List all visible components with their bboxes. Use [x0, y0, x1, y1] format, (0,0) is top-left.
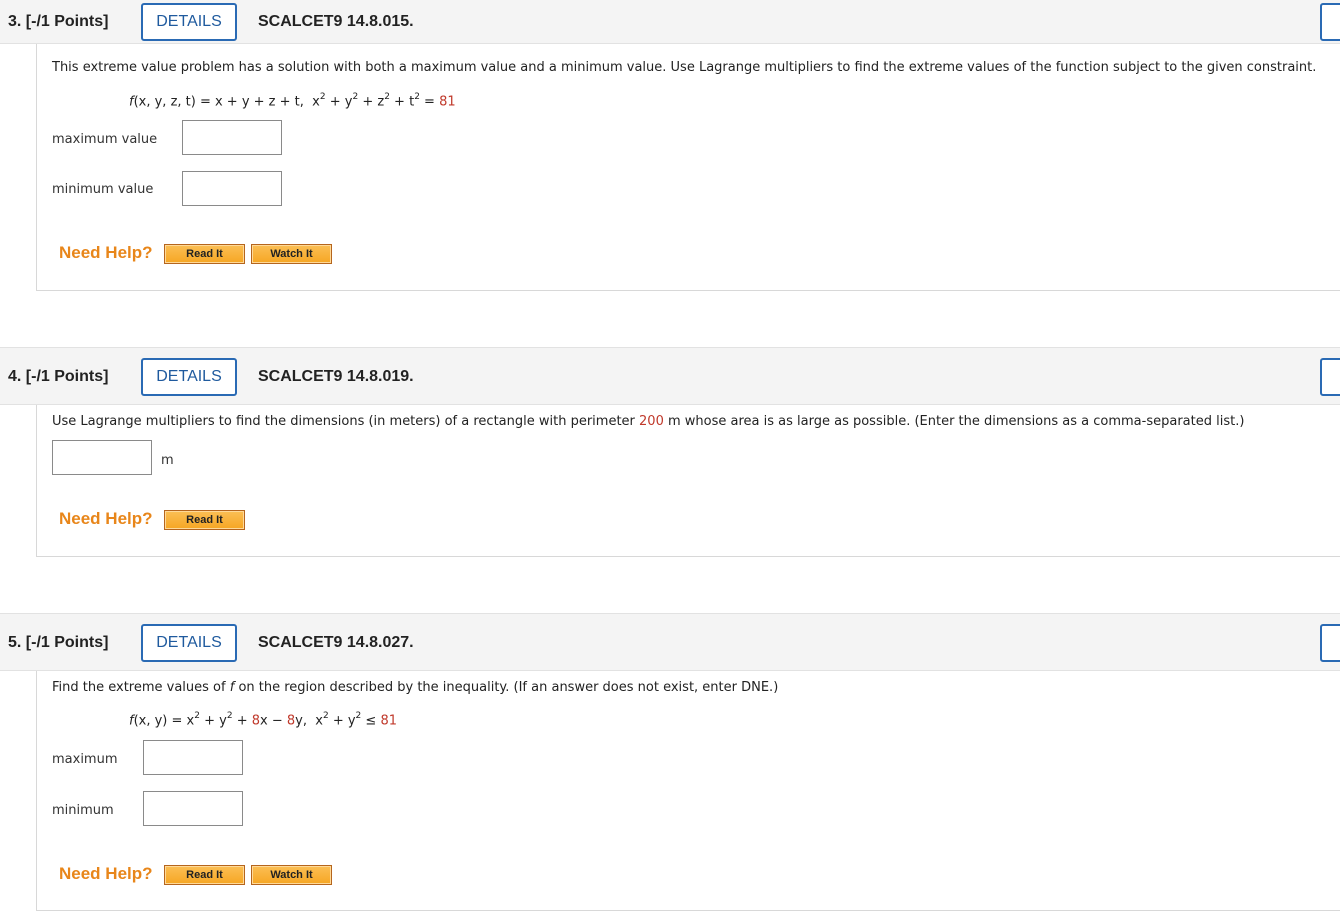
question-4-points: 4. [-/1 Points]	[8, 368, 109, 385]
question-3-read-it-button[interactable]: Read It	[164, 244, 245, 264]
eq-constraint-value: 81	[439, 94, 456, 110]
maximum-label: maximum	[52, 752, 118, 767]
question-3-prompt: This extreme value problem has a solutio…	[52, 60, 1317, 75]
eq5-function-args: (x, y) = x	[133, 713, 195, 729]
question-5-prompt-end: on the region described by the inequalit…	[234, 680, 779, 695]
question-4-need-help: Need Help?	[59, 509, 153, 528]
question-3-code: SCALCET9 14.8.015.	[258, 13, 414, 30]
question-4-prompt: Use Lagrange multipliers to find the dim…	[52, 414, 1244, 429]
question-4-prompt-start: Use Lagrange multipliers to find the dim…	[52, 414, 640, 429]
eq5-coef-2: 8	[286, 713, 296, 729]
dimensions-unit: m	[161, 453, 174, 468]
eq5-constraint-value: 81	[380, 713, 397, 729]
question-5-code: SCALCET9 14.8.027.	[258, 634, 414, 651]
question-3-points: 3. [-/1 Points]	[8, 13, 109, 30]
minimum-label: minimum	[52, 803, 114, 818]
maximum-input[interactable]	[143, 740, 243, 775]
maximum-value-label: maximum value	[52, 132, 158, 147]
eq5-coef-1: 8	[251, 713, 261, 729]
question-4-details-button[interactable]: DETAILS	[141, 358, 237, 396]
question-4-read-it-button[interactable]: Read It	[164, 510, 245, 530]
question-5-prompt-start: Find the extreme values of	[52, 680, 230, 695]
minimum-value-input[interactable]	[182, 171, 282, 206]
minimum-input[interactable]	[143, 791, 243, 826]
maximum-value-input[interactable]	[182, 120, 282, 155]
question-3-watch-it-button[interactable]: Watch It	[251, 244, 332, 264]
question-4-code: SCALCET9 14.8.019.	[258, 368, 414, 385]
question-3-equation: f(x, y, z, t) = x + y + z + t, x2 + y2 +…	[129, 92, 456, 110]
question-5-details-button[interactable]: DETAILS	[141, 624, 237, 662]
question-5-read-it-button[interactable]: Read It	[164, 865, 245, 885]
question-5-points: 5. [-/1 Points]	[8, 634, 109, 651]
question-4-prompt-end: m whose area is as large as possible. (E…	[663, 414, 1245, 429]
dimensions-input[interactable]	[52, 440, 152, 475]
eq-function-args: (x, y, z, t) = x + y + z + t,	[133, 94, 304, 110]
question-3-side-button[interactable]	[1320, 3, 1340, 41]
question-5-prompt: Find the extreme values of f on the regi…	[52, 680, 778, 695]
question-4-side-button[interactable]	[1320, 358, 1340, 396]
question-5-need-help: Need Help?	[59, 864, 153, 883]
question-3-details-button[interactable]: DETAILS	[141, 3, 237, 41]
minimum-value-label: minimum value	[52, 182, 154, 197]
question-5-equation: f(x, y) = x2 + y2 + 8x − 8y, x2 + y2 ≤ 8…	[129, 711, 397, 729]
perimeter-value: 200	[639, 414, 664, 429]
question-3-need-help: Need Help?	[59, 243, 153, 262]
question-5-side-button[interactable]	[1320, 624, 1340, 662]
question-5-watch-it-button[interactable]: Watch It	[251, 865, 332, 885]
